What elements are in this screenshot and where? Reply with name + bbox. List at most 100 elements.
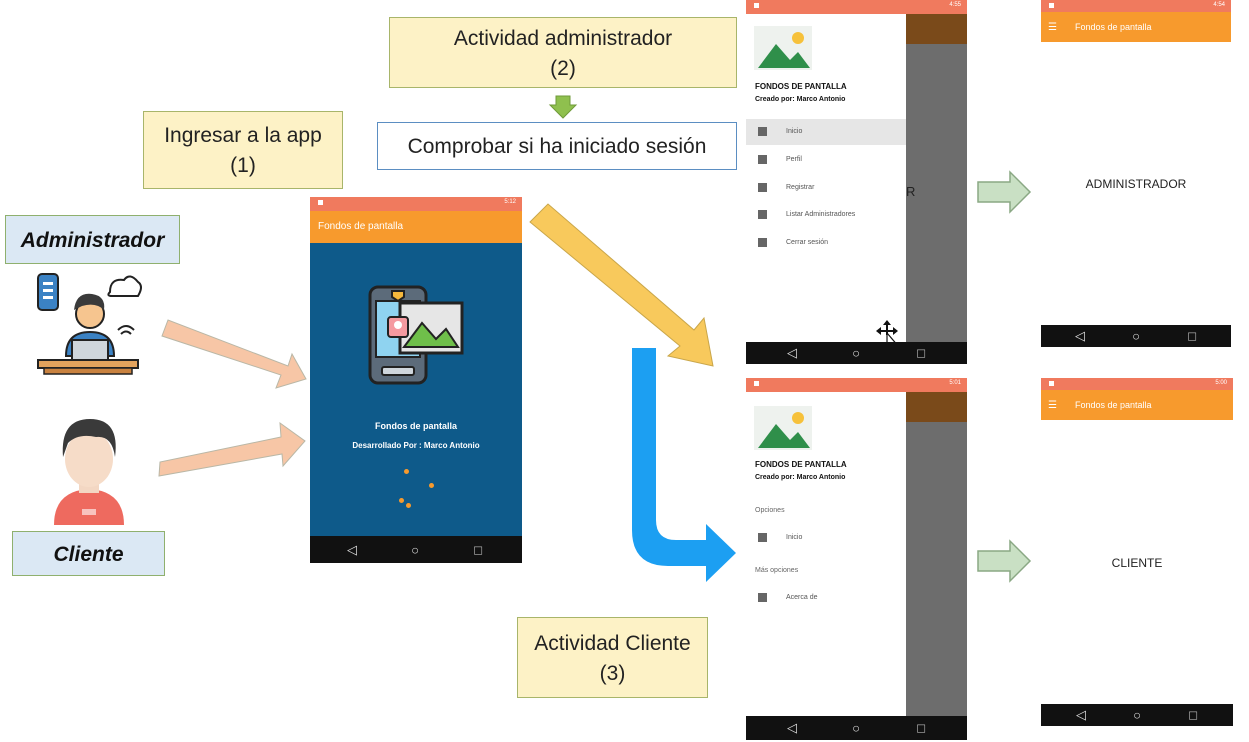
- admin-screen-toolbar: ☰ Fondos de pantalla: [1041, 12, 1231, 42]
- back-icon[interactable]: ◁: [787, 345, 797, 361]
- client-screen-toolbar-title: Fondos de pantalla: [1075, 400, 1152, 410]
- admin-nav-drawer: FONDOS DE PANTALLA Creado por: Marco Ant…: [746, 14, 906, 342]
- down-arrow: [548, 95, 578, 119]
- client-screen-status-bar: 5:00: [1041, 378, 1233, 390]
- admin-drawer-phone: 4:55 R FONDOS DE PANTALLA Creado por: Ma…: [746, 0, 967, 364]
- admin-screen-label: ADMINISTRADOR: [1085, 177, 1187, 191]
- client-screen-label: CLIENTE: [1111, 556, 1163, 570]
- note-admin-line1: Actividad administrador: [453, 27, 673, 50]
- note-client-line1: Actividad Cliente: [534, 632, 691, 655]
- drawer-item-label: Inicio: [786, 128, 803, 135]
- client-drawer-status-bar: 5:01: [746, 378, 967, 392]
- admin-drawer-status-bar: 4:55: [746, 0, 967, 14]
- admin-screen-toolbar-title: Fondos de pantalla: [1075, 22, 1152, 32]
- recent-apps-icon[interactable]: □: [1188, 329, 1196, 344]
- drawer-item-inicio[interactable]: Inicio: [746, 525, 906, 551]
- admin-drawer-time: 4:55: [949, 2, 961, 8]
- admin-screen-nav-bar: ◁ ○ □: [1041, 325, 1231, 347]
- drawer-item-cerrar-sesion[interactable]: Cerrar sesión: [746, 230, 906, 256]
- note-client-line2: (3): [599, 662, 626, 685]
- about-icon: [758, 593, 767, 602]
- admin-person-icon: [37, 273, 142, 375]
- note-check-session-text: Comprobar si ha iniciado sesión: [407, 135, 707, 158]
- admin-drawer-nav-bar: ◁ ○ □: [746, 342, 967, 364]
- drawer-item-registrar[interactable]: Registrar: [746, 175, 906, 201]
- home-icon[interactable]: ○: [1132, 329, 1140, 344]
- admin-screen-phone: 4:54 ☰ Fondos de pantalla ADMINISTRADOR …: [1041, 0, 1231, 347]
- recent-apps-icon[interactable]: □: [917, 721, 925, 736]
- drawer-scrim-toolbar: [906, 14, 967, 44]
- back-icon[interactable]: ◁: [347, 542, 357, 558]
- client-screen-time: 5:00: [1215, 380, 1227, 386]
- drawer-item-acerca-de[interactable]: Acerca de: [746, 585, 906, 611]
- splash-toolbar-title: Fondos de pantalla: [318, 221, 404, 232]
- admin-role-text: Administrador: [20, 229, 165, 252]
- note-admin-activity: Actividad administrador (2): [389, 17, 737, 88]
- splash-nav-bar: ◁ ○ □: [310, 536, 522, 563]
- note-ingresar-line2: (1): [230, 154, 256, 177]
- splash-status-bar: 5:12: [310, 197, 522, 211]
- drawer-created-by: Creado por: Marco Antonio: [755, 96, 846, 103]
- back-icon[interactable]: ◁: [787, 720, 797, 736]
- logout-icon: [758, 238, 767, 247]
- note-check-session: Comprobar si ha iniciado sesión: [377, 122, 737, 170]
- drawer-item-perfil[interactable]: Perfil: [746, 147, 906, 173]
- drawer-section-mas-opciones: Más opciones: [755, 567, 799, 574]
- home-icon[interactable]: ○: [411, 542, 419, 557]
- client-screen-toolbar: ☰ Fondos de pantalla: [1041, 390, 1233, 420]
- admin-to-app-arrow: [161, 319, 307, 389]
- menu-icon[interactable]: ☰: [1048, 400, 1057, 411]
- recent-apps-icon[interactable]: □: [474, 542, 482, 557]
- drawer-logo-icon: [754, 406, 812, 450]
- admin-result-arrow: [977, 170, 1032, 214]
- loading-dot: [429, 483, 434, 488]
- client-person-icon: [54, 419, 124, 525]
- client-role-label: Cliente: [12, 531, 165, 576]
- listar-icon: [758, 210, 767, 219]
- drawer-item-label: Perfil: [786, 156, 802, 163]
- loading-dot: [399, 498, 404, 503]
- note-ingresar: Ingresar a la app (1): [143, 111, 343, 189]
- back-icon[interactable]: ◁: [1076, 707, 1086, 723]
- session-to-client-arrow: [632, 348, 736, 582]
- note-admin-line2: (2): [550, 57, 576, 80]
- drawer-item-listar[interactable]: Listar Administradores: [746, 202, 906, 228]
- home-icon[interactable]: ○: [1133, 708, 1141, 723]
- client-to-app-arrow: [158, 421, 306, 477]
- loading-dot: [406, 503, 411, 508]
- client-drawer-nav-bar: ◁ ○ □: [746, 716, 967, 740]
- client-screen-phone: 5:00 ☰ Fondos de pantalla CLIENTE ◁ ○ □: [1041, 378, 1233, 726]
- home-icon[interactable]: ○: [852, 346, 860, 361]
- drawer-scrim-toolbar: [906, 392, 967, 422]
- drawer-item-label: Acerca de: [786, 594, 818, 601]
- menu-icon[interactable]: ☰: [1048, 22, 1057, 33]
- scrim-letter: R: [906, 184, 916, 199]
- loading-dot: [404, 469, 409, 474]
- admin-screen-status-bar: 4:54: [1041, 0, 1231, 12]
- client-result-arrow: [977, 539, 1032, 583]
- splash-app-name: Fondos de pantalla: [374, 421, 457, 431]
- session-to-admin-arrow: [529, 203, 714, 367]
- drawer-item-label: Inicio: [786, 534, 803, 541]
- registrar-icon: [758, 183, 767, 192]
- inicio-icon: [758, 127, 767, 136]
- drawer-item-inicio[interactable]: Inicio: [746, 119, 906, 145]
- splash-phone: 5:12 Fondos de pantalla Fondos de pantal…: [310, 197, 522, 563]
- drawer-item-label: Cerrar sesión: [786, 239, 829, 246]
- home-icon[interactable]: ○: [852, 721, 860, 736]
- note-ingresar-line1: Ingresar a la app: [164, 124, 322, 147]
- recent-apps-icon[interactable]: □: [917, 346, 925, 361]
- drawer-app-title: FONDOS DE PANTALLA: [755, 82, 847, 91]
- recent-apps-icon[interactable]: □: [1189, 708, 1197, 723]
- client-nav-drawer: FONDOS DE PANTALLA Creado por: Marco Ant…: [746, 392, 906, 716]
- client-drawer-phone: 5:01 FONDOS DE PANTALLA Creado por: Marc…: [746, 378, 967, 740]
- note-client-activity: Actividad Cliente (3): [517, 617, 708, 698]
- drawer-created-by: Creado por: Marco Antonio: [755, 474, 846, 481]
- client-screen-nav-bar: ◁ ○ □: [1041, 704, 1233, 726]
- client-role-text: Cliente: [53, 543, 124, 566]
- drawer-item-label: Listar Administradores: [786, 211, 856, 218]
- inicio-icon: [758, 533, 767, 542]
- splash-time: 5:12: [504, 199, 516, 205]
- drawer-item-label: Registrar: [786, 184, 815, 191]
- back-icon[interactable]: ◁: [1075, 328, 1085, 344]
